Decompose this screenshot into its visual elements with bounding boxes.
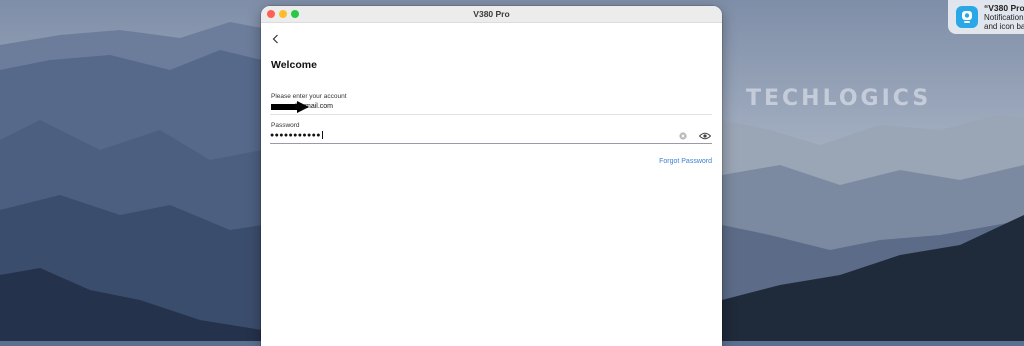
password-value: ●●●●●●●●●●● xyxy=(270,131,323,139)
account-label: Please enter your account xyxy=(271,93,347,100)
password-field[interactable]: ●●●●●●●●●●● xyxy=(270,130,712,144)
watermark-text: TECHLOGICS xyxy=(746,86,932,111)
notification-title: “V380 Pro” xyxy=(984,3,1024,13)
password-label: Password xyxy=(271,122,300,129)
account-field[interactable]: @gmail.com xyxy=(270,101,712,115)
page-title: Welcome xyxy=(271,59,317,71)
notification-text: “V380 Pro” Notification and icon ba xyxy=(984,3,1024,32)
clear-circle-icon[interactable] xyxy=(679,132,687,140)
notification-banner[interactable]: “V380 Pro” Notification and icon ba xyxy=(948,0,1024,34)
notification-line: Notification xyxy=(984,13,1024,22)
window-titlebar[interactable]: V380 Pro xyxy=(261,6,722,23)
camera-app-icon xyxy=(956,6,978,28)
app-window: V380 Pro Welcome Please enter your accou… xyxy=(261,6,722,346)
account-value: @gmail.com xyxy=(294,103,334,110)
notification-line: and icon ba xyxy=(984,22,1024,31)
chevron-left-icon[interactable] xyxy=(270,33,282,45)
window-title: V380 Pro xyxy=(473,9,510,19)
eye-icon[interactable] xyxy=(699,132,711,140)
forgot-password-link[interactable]: Forgot Password xyxy=(659,158,712,165)
